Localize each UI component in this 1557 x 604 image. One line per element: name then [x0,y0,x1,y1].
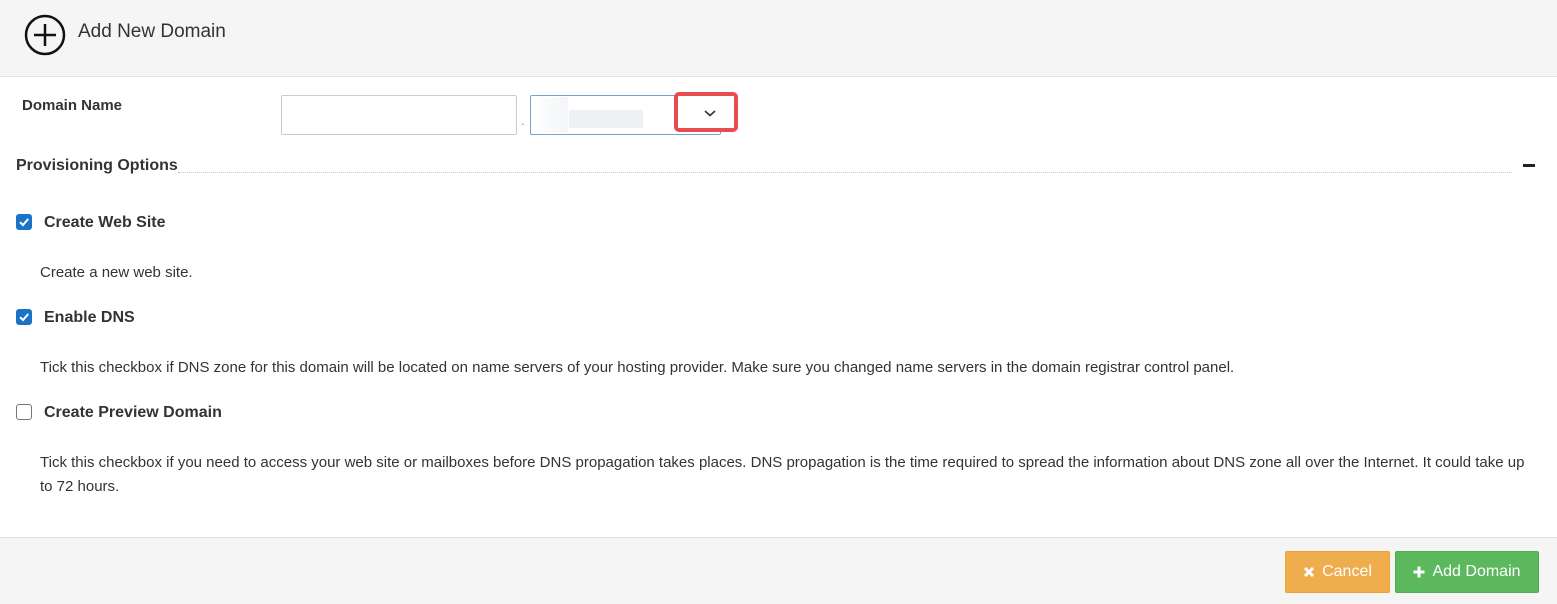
enable-dns-checkbox[interactable] [16,309,32,325]
cancel-button[interactable]: Cancel [1285,551,1390,593]
create-preview-domain-description: Tick this checkbox if you need to access… [40,454,1525,495]
add-domain-button-label: Add Domain [1432,563,1521,580]
create-web-site-checkbox[interactable] [16,214,32,230]
page-header: Add New Domain [0,0,1557,77]
plus-circle-icon [24,14,66,56]
domain-name-label: Domain Name [22,97,123,114]
zone-select-fade [532,97,568,133]
form-footer: Cancel Add Domain [0,537,1557,604]
times-icon [1304,566,1315,578]
create-web-site-label[interactable]: Create Web Site [44,214,166,232]
add-domain-button[interactable]: Add Domain [1395,551,1539,593]
zone-select-value [569,110,643,128]
domain-name-input[interactable] [281,95,517,135]
create-preview-domain-label[interactable]: Create Preview Domain [44,404,222,422]
enable-dns-label[interactable]: Enable DNS [44,309,135,327]
plus-icon [1413,566,1425,578]
page-title: Add New Domain [78,21,226,42]
checkmark-icon [19,218,29,227]
domain-separator: . [521,113,525,128]
chevron-down-icon [704,110,716,117]
checkmark-icon [19,313,29,322]
enable-dns-description: Tick this checkbox if DNS zone for this … [40,359,1235,376]
create-preview-domain-checkbox[interactable] [16,404,32,420]
create-web-site-description: Create a new web site. [40,264,193,281]
cancel-button-label: Cancel [1322,563,1372,580]
zone-dropdown-button[interactable] [674,92,738,132]
minus-icon [1523,164,1535,167]
collapse-section-button[interactable] [1523,164,1535,168]
provisioning-options-title: Provisioning Options [16,157,178,174]
section-divider [178,172,1512,173]
